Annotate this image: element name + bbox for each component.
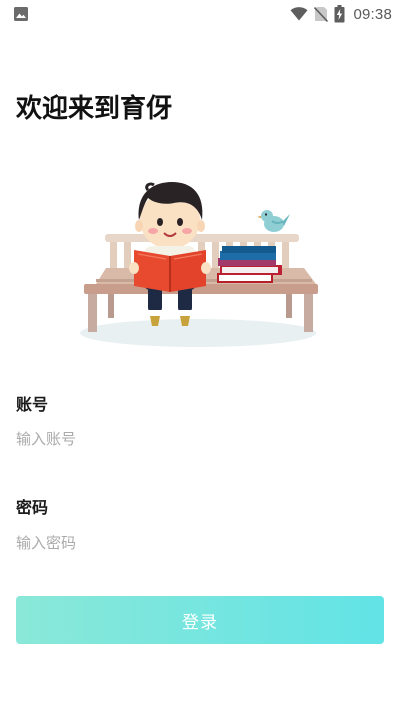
status-time: 09:38 — [353, 5, 392, 23]
status-bar: 09:38 — [0, 0, 400, 28]
password-label: 密码 — [16, 498, 49, 517]
status-icons: 09:38 — [290, 4, 392, 24]
password-input[interactable] — [16, 530, 376, 556]
account-input[interactable] — [16, 426, 376, 452]
account-label: 账号 — [16, 395, 49, 414]
image-icon — [14, 7, 28, 21]
battery-charging-icon — [334, 5, 345, 23]
boy-reading-on-bench-illustration — [80, 182, 318, 347]
login-button[interactable]: 登录 — [16, 596, 384, 644]
wifi-icon — [290, 7, 308, 21]
login-screen: 09:38 欢迎来到育伢 账号 输入账号 密码 登录 — [0, 0, 400, 711]
page-title: 欢迎来到育伢 — [16, 94, 173, 124]
no-sim-icon — [314, 6, 329, 22]
